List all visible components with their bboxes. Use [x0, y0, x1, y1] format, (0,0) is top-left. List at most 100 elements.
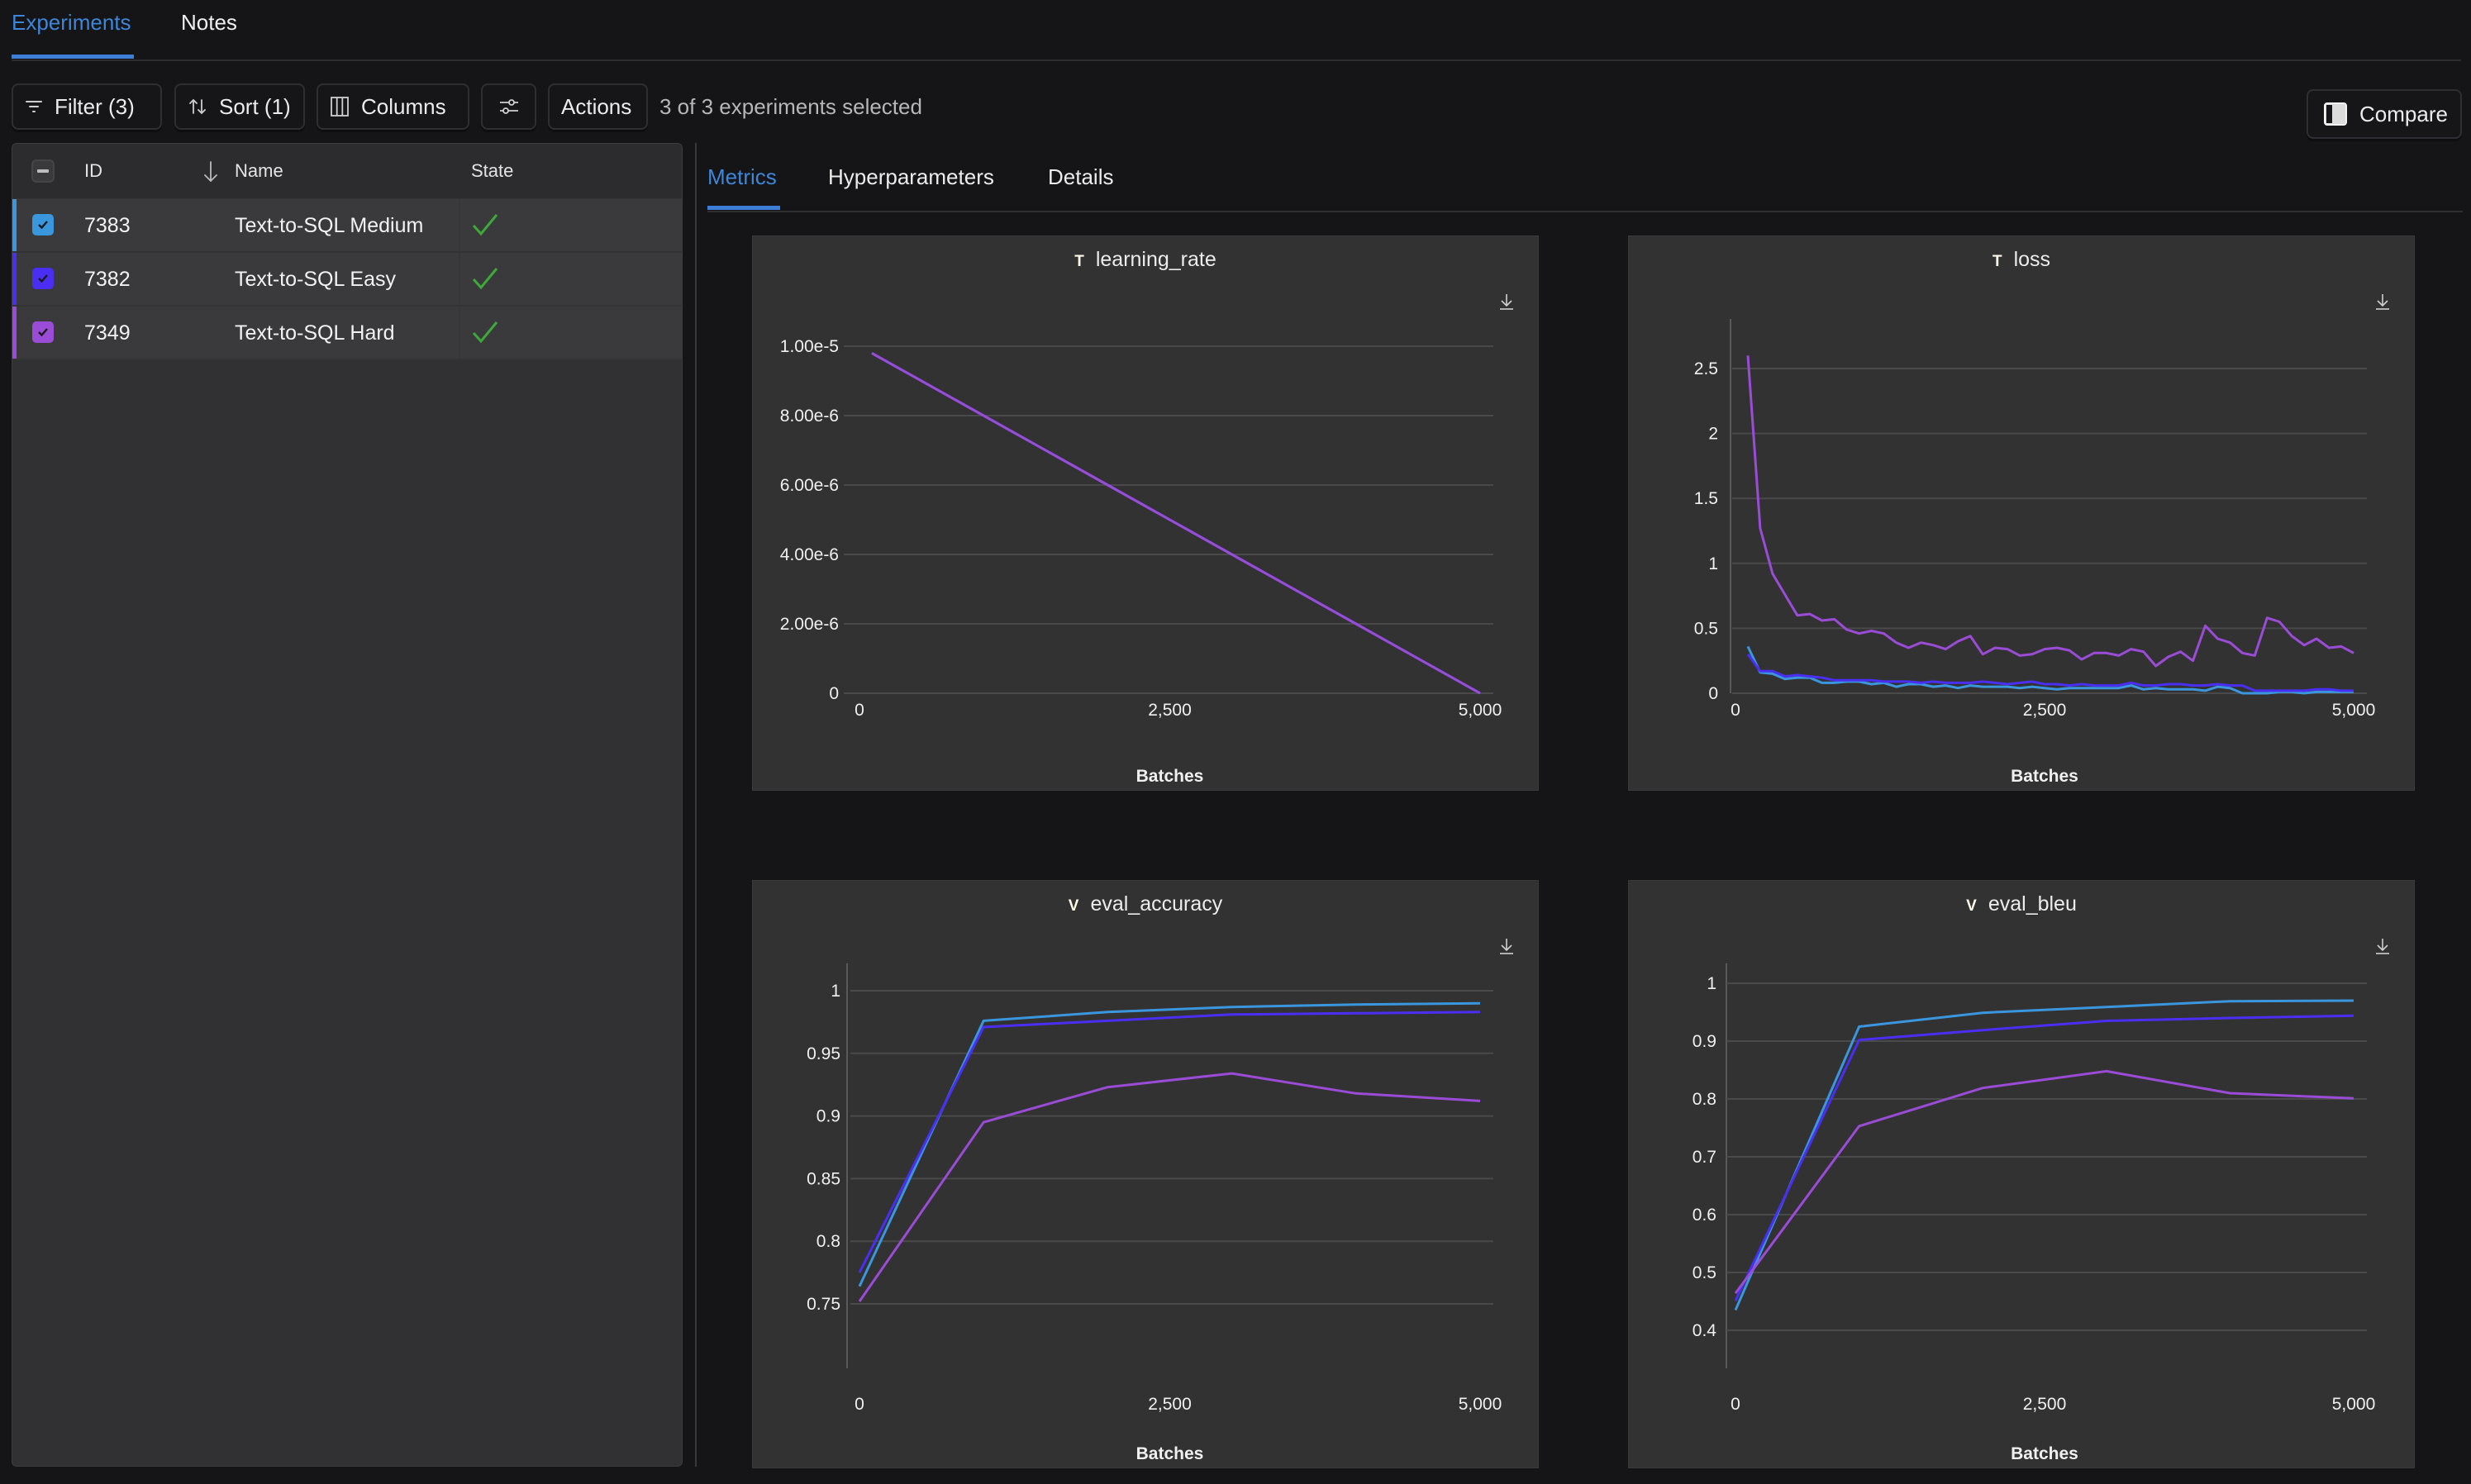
compare-button[interactable]: Compare: [2307, 89, 2462, 139]
row-checkbox[interactable]: [32, 268, 54, 289]
completed-check-icon: [472, 268, 498, 290]
tab-experiments[interactable]: Experiments: [12, 10, 131, 36]
check-icon: [38, 274, 48, 283]
y-tick-label: 2: [1708, 425, 1718, 444]
row-checkbox[interactable]: [32, 214, 54, 235]
row-id: 7349: [84, 321, 131, 345]
column-header-name[interactable]: Name: [235, 160, 283, 182]
sort-button[interactable]: Sort (1): [174, 83, 305, 130]
x-axis-label: Batches: [2011, 1444, 2078, 1463]
row-name: Text-to-SQL Medium: [235, 214, 424, 237]
row-name: Text-to-SQL Hard: [235, 321, 395, 345]
filter-label: Filter (3): [55, 93, 135, 119]
y-tick-label: 0: [1708, 684, 1718, 703]
series-line-text-to-sql-hard: [858, 1072, 1481, 1302]
row-color-stripe: [12, 253, 17, 305]
panel-resize-handle[interactable]: [695, 143, 697, 1467]
series-line-text-to-sql-easy: [858, 1011, 1481, 1273]
series-line-text-to-sql-hard: [871, 352, 1481, 695]
compare-panel-icon: [2324, 102, 2347, 126]
y-tick-label: 0.8: [1693, 1090, 1716, 1109]
row-name: Text-to-SQL Easy: [235, 268, 396, 291]
selection-count: 3 of 3 experiments selected: [659, 94, 922, 119]
y-tick-label: 1: [1708, 554, 1718, 573]
x-tick-label: 2,500: [2023, 701, 2067, 720]
columns-button[interactable]: Columns: [317, 83, 469, 130]
chart-plot: 0 2.00e-6 4.00e-6 6.00e-6 8.00e-6 1.00e-5 0 2,5…: [780, 337, 1502, 786]
y-tick-label: 1.5: [1694, 489, 1718, 508]
y-tick-label: 0.4: [1693, 1321, 1717, 1340]
x-tick-label: 0: [855, 701, 864, 720]
chart-plot: 0.75 0.8 0.85 0.9 0.95 1 0 2,500 5,000 Batches: [807, 963, 1502, 1463]
check-icon: [38, 221, 48, 230]
y-tick-label: 0.8: [817, 1232, 840, 1251]
y-tick-label: 0.5: [1694, 619, 1718, 638]
active-tab-indicator: [12, 55, 134, 59]
y-tick-label: 0.6: [1693, 1206, 1716, 1225]
table-header: ID Name State: [12, 144, 682, 200]
detail-tab-bar: Metrics Hyperparameters Details: [707, 145, 2463, 212]
y-tick-label: 1.00e-5: [780, 337, 839, 356]
row-checkbox[interactable]: [32, 321, 54, 343]
y-tick-label: 4.00e-6: [780, 545, 839, 564]
row-id: 7383: [84, 214, 131, 237]
x-tick-label: 5,000: [1459, 701, 1502, 720]
column-header-state[interactable]: State: [471, 160, 513, 182]
y-tick-label: 8.00e-6: [780, 407, 839, 426]
top-tab-bar: Experiments Notes: [12, 0, 2461, 61]
arrow-down-icon[interactable]: [202, 160, 219, 183]
x-tick-label: 0: [1731, 701, 1740, 720]
x-tick-label: 2,500: [1148, 1395, 1192, 1414]
select-all-checkbox[interactable]: [31, 159, 55, 183]
x-tick-label: 0: [855, 1395, 864, 1414]
y-tick-label: 0.85: [807, 1169, 840, 1188]
series-line-text-to-sql-hard: [1746, 355, 2354, 668]
x-tick-label: 2,500: [1148, 701, 1192, 720]
y-tick-label: 0.9: [1693, 1032, 1716, 1051]
y-tick-label: 0.7: [1693, 1148, 1716, 1167]
row-id: 7382: [84, 268, 131, 291]
tab-metrics[interactable]: Metrics: [707, 164, 777, 190]
sort-icon: [189, 98, 206, 115]
x-axis-label: Batches: [1136, 767, 1204, 786]
series-line-text-to-sql-medium: [858, 1001, 1481, 1287]
chart-plot: 0 0.5 1 1.5 2 2.5 0 2,500 5,000 Batches: [1694, 319, 2375, 786]
y-tick-label: 6.00e-6: [780, 476, 839, 495]
completed-check-icon: [472, 321, 498, 344]
table-row[interactable]: 7383 Text-to-SQL Medium: [12, 199, 682, 253]
y-tick-label: 1: [831, 982, 840, 1001]
settings-button[interactable]: [481, 83, 536, 130]
completed-check-icon: [472, 214, 498, 236]
chart-eval-accuracy: Veval_accuracy 0.75 0.8 0.85 0.9 0.95 1 0 2,500…: [752, 880, 1539, 1468]
sliders-icon: [499, 99, 518, 114]
y-tick-label: 0.75: [807, 1295, 840, 1314]
columns-icon: [331, 97, 349, 117]
x-axis-label: Batches: [2011, 767, 2078, 786]
y-tick-label: 0.5: [1693, 1263, 1716, 1282]
column-header-id[interactable]: ID: [84, 160, 102, 182]
y-tick-label: 0: [829, 684, 839, 703]
active-tab-indicator: [707, 206, 780, 210]
chart-plot: 0.4 0.5 0.6 0.7 0.8 0.9 1 0 2,500 5,000 Batches: [1693, 963, 2375, 1463]
chart-learning-rate: Tlearning_rate 0 2.00e-6 4.00e-6 6.00e-6 8.0…: [752, 235, 1539, 791]
actions-label: Actions: [561, 93, 632, 119]
y-tick-label: 0.95: [807, 1044, 840, 1063]
y-tick-label: 2.5: [1694, 359, 1718, 378]
y-tick-label: 0.9: [817, 1107, 840, 1126]
filter-button[interactable]: Filter (3): [12, 83, 162, 130]
columns-label: Columns: [361, 93, 446, 119]
tab-details[interactable]: Details: [1048, 164, 1113, 190]
tab-notes[interactable]: Notes: [181, 10, 237, 36]
series-line-text-to-sql-medium: [1746, 645, 2354, 695]
actions-button[interactable]: Actions: [548, 83, 648, 130]
table-row[interactable]: 7349 Text-to-SQL Hard: [12, 307, 682, 360]
table-row[interactable]: 7382 Text-to-SQL Easy: [12, 253, 682, 307]
row-color-stripe: [12, 307, 17, 359]
tab-hyperparameters[interactable]: Hyperparameters: [828, 164, 994, 190]
series-line-text-to-sql-easy: [1746, 653, 2354, 692]
check-icon: [38, 328, 48, 337]
chart-loss: Tloss 0 0.5 1 1.5 2 2.5 0 2,500 5,000 Batches: [1628, 235, 2415, 791]
y-tick-label: 1: [1707, 974, 1716, 993]
x-tick-label: 0: [1731, 1395, 1740, 1414]
x-axis-label: Batches: [1136, 1444, 1204, 1463]
